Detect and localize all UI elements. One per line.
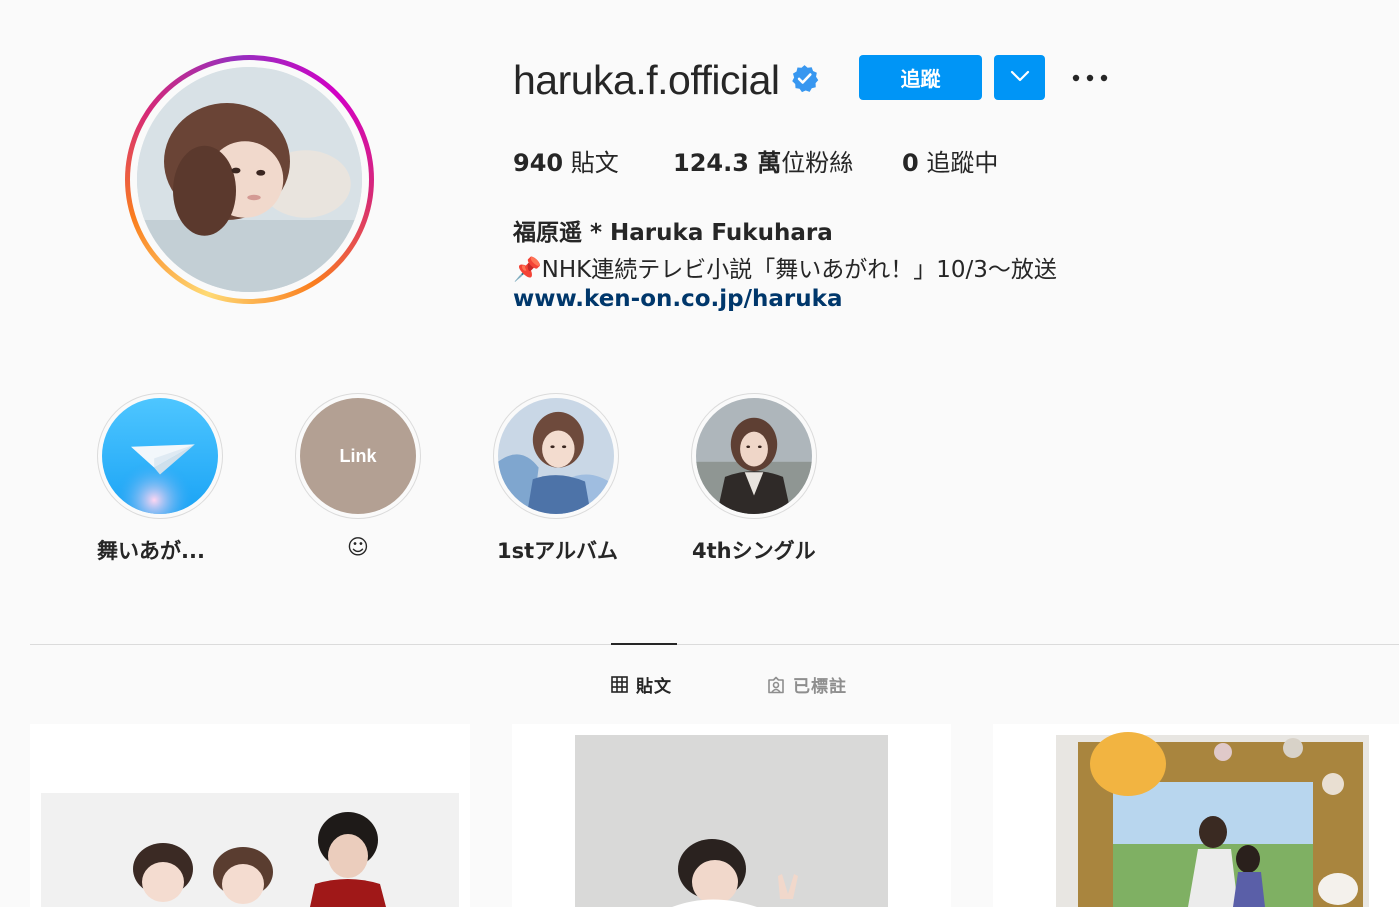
post-image xyxy=(993,724,1399,907)
highlight-ring xyxy=(691,393,817,519)
active-tab-indicator xyxy=(611,643,677,645)
following-label: 追蹤中 xyxy=(926,149,999,177)
highlight-ring xyxy=(97,393,223,519)
highlight-label: 4thシングル xyxy=(692,539,816,563)
album-cover-image xyxy=(498,398,614,514)
post-image xyxy=(512,724,951,907)
bio-text: NHK連続テレビ小説「舞いあがれ！」10/3〜放送 xyxy=(541,257,1057,283)
story-highlight[interactable]: 4thシングル xyxy=(691,393,817,563)
post-thumbnail[interactable] xyxy=(512,724,951,907)
following-count: 0 xyxy=(902,149,919,177)
more-options-icon xyxy=(1072,74,1108,81)
followers-label: 位粉絲 xyxy=(781,149,854,177)
following-count-stat[interactable]: 0 追蹤中 xyxy=(902,143,998,178)
highlight-label: ☺ xyxy=(347,535,369,559)
highlight-cover xyxy=(696,398,812,514)
more-options-button[interactable] xyxy=(1066,60,1110,96)
highlight-cover xyxy=(102,398,218,514)
grid-icon xyxy=(611,676,628,693)
posts-count: 940 xyxy=(513,149,564,177)
tab-posts-label: 貼文 xyxy=(636,677,672,697)
profile-username: haruka.f.official xyxy=(513,57,780,103)
posts-count-stat: 940 貼文 xyxy=(513,143,619,178)
verified-badge-icon xyxy=(792,65,819,93)
suggested-accounts-button[interactable] xyxy=(994,55,1045,100)
post-image xyxy=(30,724,470,907)
avatar[interactable] xyxy=(137,67,362,292)
tab-posts[interactable]: 貼文 xyxy=(611,672,672,697)
followers-count: 124.3 萬 xyxy=(673,149,782,177)
avatar-frame xyxy=(130,60,369,299)
profile-website-link[interactable]: www.ken-on.co.jp/haruka xyxy=(513,286,842,312)
highlight-label: 舞いあが... xyxy=(97,539,205,563)
post-thumbnail[interactable] xyxy=(30,724,470,907)
tagged-icon xyxy=(768,676,784,693)
chevron-down-icon xyxy=(1010,70,1029,82)
single-cover-image xyxy=(696,398,812,514)
paper-plane-cover-image xyxy=(102,398,218,514)
tab-tagged-label: 已標註 xyxy=(793,677,847,697)
story-highlight[interactable]: 1stアルバム xyxy=(493,393,619,563)
tab-tagged[interactable]: 已標註 xyxy=(767,672,847,697)
avatar-photo-image xyxy=(137,67,362,292)
highlight-cover-text: Link xyxy=(339,445,377,466)
story-highlight[interactable]: 舞いあが... xyxy=(97,393,223,563)
highlight-ring xyxy=(493,393,619,519)
post-thumbnail[interactable] xyxy=(993,724,1399,907)
highlight-cover: Link xyxy=(300,398,416,514)
pushpin-icon: 📌 xyxy=(513,257,542,283)
highlight-ring: Link xyxy=(295,393,421,519)
highlight-label: 1stアルバム xyxy=(497,539,618,563)
followers-count-stat[interactable]: 124.3 萬位粉絲 xyxy=(673,143,853,178)
story-highlight[interactable]: Link ☺ xyxy=(295,393,421,559)
tabs-divider xyxy=(30,644,1399,645)
profile-avatar-ring[interactable] xyxy=(125,55,374,304)
follow-button[interactable]: 追蹤 xyxy=(859,55,982,100)
posts-label: 貼文 xyxy=(570,149,619,177)
profile-bio: 📌NHK連続テレビ小説「舞いあがれ！」10/3〜放送 xyxy=(513,250,1057,284)
profile-full-name: 福原遥 * Haruka Fukuhara xyxy=(513,220,833,246)
highlight-cover xyxy=(498,398,614,514)
